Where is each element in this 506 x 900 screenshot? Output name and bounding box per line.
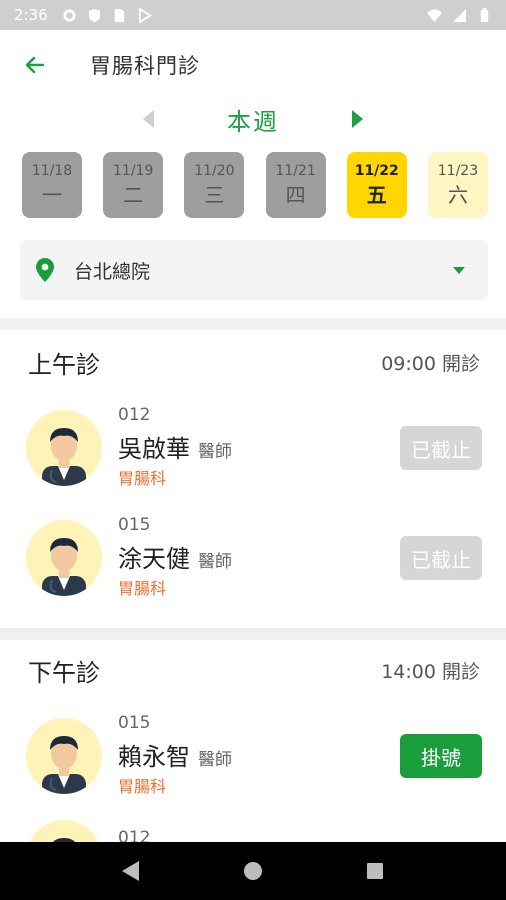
- day-date: 11/21: [275, 163, 316, 179]
- doctor-name: 賴永智: [118, 743, 190, 771]
- day-weekday: 五: [366, 183, 387, 207]
- session-time: 09:00 開診: [381, 352, 480, 375]
- session-time: 14:00 開診: [381, 660, 480, 683]
- doctor-name: 涂天健: [118, 545, 190, 573]
- day-button-wed[interactable]: 11/20 三: [184, 152, 245, 218]
- doctor-id: 012: [118, 828, 151, 842]
- doctor-id: 012: [118, 405, 151, 425]
- doctor-illustration-icon: [53, 838, 75, 842]
- doctor-illustration-icon: [42, 736, 86, 794]
- day-weekday: 三: [204, 183, 225, 207]
- triangle-back-icon: [122, 861, 139, 881]
- session-name: 上午診: [28, 350, 100, 379]
- system-navigation-bar: [0, 842, 506, 900]
- doctor-row: 012 吳啟華 醫師 胃腸科 已截止: [26, 398, 482, 498]
- doctor-department: 胃腸科: [118, 579, 167, 598]
- settings-icon: [63, 8, 76, 22]
- doctor-row: 015 賴永智 醫師 胃腸科 掛號: [26, 706, 482, 806]
- doctor-department: 胃腸科: [118, 777, 167, 796]
- day-selector: 11/18 一 11/19 二 11/20 三 11/21 四 11/22 五 …: [22, 152, 488, 218]
- doctor-avatar: [26, 820, 102, 842]
- day-button-mon[interactable]: 11/18 一: [22, 152, 82, 218]
- doctor-illustration-icon: [42, 538, 86, 596]
- doctor-name-line: 吳啟華 醫師: [118, 429, 232, 464]
- section-divider: [0, 318, 506, 330]
- doctor-info: 015 賴永智 醫師 胃腸科: [118, 711, 400, 801]
- doctor-name-line: 涂天健 醫師: [118, 539, 232, 574]
- day-weekday: 六: [447, 183, 468, 207]
- location-dropdown[interactable]: 台北總院: [20, 240, 488, 300]
- doctor-name-line: 賴永智 醫師: [118, 737, 232, 772]
- register-button[interactable]: 掛號: [400, 734, 482, 778]
- day-weekday: 二: [123, 183, 144, 207]
- doctor-row: 015 涂天健 醫師 胃腸科 已截止: [26, 508, 482, 608]
- section-divider: [0, 628, 506, 640]
- doctor-avatar: [26, 718, 102, 794]
- day-button-sat[interactable]: 11/23 六: [427, 152, 488, 218]
- day-date: 11/19: [113, 163, 154, 179]
- session-header-morning: 上午診 09:00 開診: [28, 344, 480, 380]
- doctor-id: 015: [118, 713, 151, 733]
- day-button-fri[interactable]: 11/22 五: [346, 152, 407, 218]
- triangle-left-icon: [143, 110, 154, 128]
- shield-icon: [88, 8, 100, 22]
- session-header-afternoon: 下午診 14:00 開診: [28, 652, 480, 688]
- doctor-info: 015 涂天健 醫師 胃腸科: [118, 513, 400, 603]
- page-title: 胃腸科門診: [90, 54, 200, 78]
- location-label: 台北總院: [74, 260, 151, 283]
- status-time: 2:36: [14, 6, 48, 24]
- doctor-info: 012: [118, 816, 482, 842]
- doctor-avatar: [26, 410, 102, 486]
- doctor-title: 醫師: [198, 442, 232, 462]
- doctor-name: 吳啟華: [118, 435, 190, 463]
- arrow-left-icon: [25, 56, 45, 74]
- previous-week-button[interactable]: [137, 107, 161, 131]
- day-weekday: 四: [285, 183, 306, 207]
- doctor-title: 醫師: [198, 552, 232, 572]
- day-button-tue[interactable]: 11/19 二: [103, 152, 164, 218]
- location-pin-icon: [34, 257, 56, 283]
- wifi-icon: [427, 8, 442, 22]
- doctor-avatar: [26, 520, 102, 596]
- square-recents-icon: [367, 863, 383, 879]
- doctor-department: 胃腸科: [118, 469, 167, 488]
- triangle-right-icon: [352, 110, 363, 128]
- sim-card-icon: [114, 8, 124, 22]
- day-date: 11/20: [194, 163, 235, 179]
- system-recents-button[interactable]: [355, 851, 395, 891]
- chevron-down-icon: [452, 265, 466, 275]
- circle-home-icon: [244, 862, 262, 880]
- doctor-illustration-icon: [42, 428, 86, 486]
- day-date: 11/18: [31, 163, 73, 179]
- doctor-id: 015: [118, 515, 151, 535]
- battery-icon: [480, 7, 489, 22]
- session-name: 下午診: [28, 658, 100, 687]
- play-store-icon: [138, 7, 152, 23]
- doctor-row: 012: [26, 816, 482, 842]
- closed-button[interactable]: 已截止: [400, 426, 482, 470]
- system-back-button[interactable]: [111, 851, 151, 891]
- next-week-button[interactable]: [345, 107, 369, 131]
- doctor-info: 012 吳啟華 醫師 胃腸科: [118, 403, 400, 493]
- week-label: 本週: [227, 107, 279, 136]
- doctor-title: 醫師: [198, 750, 232, 770]
- closed-button[interactable]: 已截止: [400, 536, 482, 580]
- week-navigator: 本週: [0, 100, 506, 138]
- back-button[interactable]: [0, 30, 70, 100]
- day-button-thu[interactable]: 11/21 四: [265, 152, 326, 218]
- signal-icon: [452, 8, 467, 22]
- day-date: 11/23: [437, 163, 479, 179]
- system-home-button[interactable]: [233, 851, 273, 891]
- day-date: 11/22: [354, 163, 399, 179]
- app-bar: 胃腸科門診: [0, 30, 506, 100]
- status-bar: 2:36: [0, 0, 506, 30]
- day-weekday: 一: [42, 183, 62, 207]
